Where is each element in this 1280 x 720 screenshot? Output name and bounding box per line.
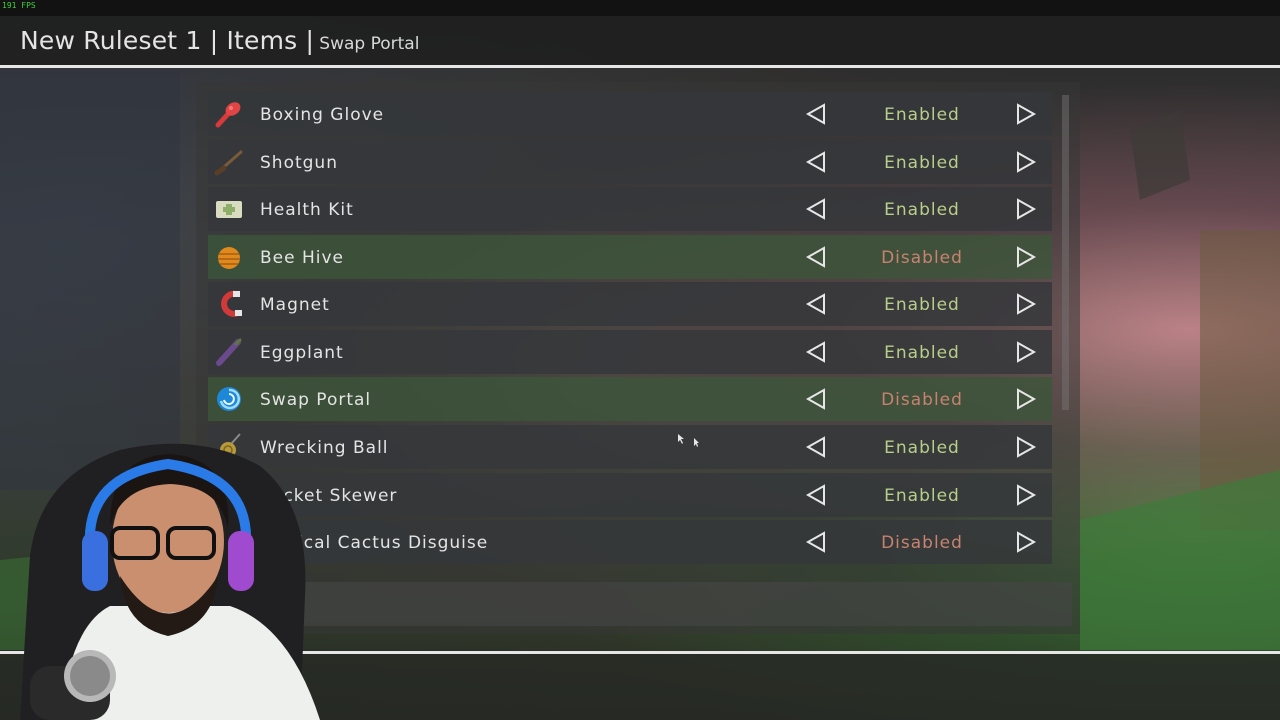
previous-arrow-icon[interactable] xyxy=(805,388,827,410)
next-arrow-icon[interactable] xyxy=(1015,436,1037,458)
shotgun-icon xyxy=(214,150,243,176)
item-row-bee-hive[interactable]: Bee Hive Disabled xyxy=(208,235,1052,279)
game-scene: 191 FPS New Ruleset 1 | Items | Swap Por… xyxy=(0,0,1280,720)
previous-arrow-icon[interactable] xyxy=(805,293,827,315)
next-arrow-icon[interactable] xyxy=(1015,531,1037,553)
previous-arrow-icon[interactable] xyxy=(805,151,827,173)
item-status: Enabled xyxy=(884,343,960,363)
breadcrumb-current-item: Swap Portal xyxy=(319,34,420,54)
item-row-health-kit[interactable]: Health Kit Enabled xyxy=(208,187,1052,231)
item-status: Disabled xyxy=(881,248,963,268)
item-name: Shotgun xyxy=(260,153,338,173)
top-bar: 191 FPS xyxy=(0,0,1280,16)
item-name: Magnet xyxy=(260,295,330,315)
item-row-magnet[interactable]: Magnet Enabled xyxy=(208,282,1052,326)
item-name: Eggplant xyxy=(260,343,344,363)
webcam-overlay xyxy=(20,443,320,720)
previous-arrow-icon[interactable] xyxy=(805,484,827,506)
swap-portal-icon xyxy=(217,387,241,411)
health-kit-icon xyxy=(216,201,242,218)
item-status: Enabled xyxy=(884,438,960,458)
item-row-swap-portal[interactable]: Swap Portal Disabled xyxy=(208,377,1052,421)
breadcrumb-ruleset: New Ruleset 1 | Items | xyxy=(20,26,315,55)
title-divider xyxy=(0,65,1280,68)
item-name: Health Kit xyxy=(260,200,354,220)
previous-arrow-icon[interactable] xyxy=(805,198,827,220)
next-arrow-icon[interactable] xyxy=(1015,151,1037,173)
bee-hive-icon xyxy=(218,247,240,269)
previous-arrow-icon[interactable] xyxy=(805,436,827,458)
item-name: Bee Hive xyxy=(260,248,345,268)
eggplant-icon xyxy=(216,338,242,366)
magnet-icon xyxy=(221,290,242,317)
mouse-cursor-icon xyxy=(678,434,699,447)
boxing-glove-icon xyxy=(215,102,241,128)
item-status: Disabled xyxy=(881,533,963,553)
item-row-boxing-glove[interactable]: Boxing Glove Enabled xyxy=(208,92,1052,136)
next-arrow-icon[interactable] xyxy=(1015,388,1037,410)
next-arrow-icon[interactable] xyxy=(1015,246,1037,268)
item-row-shotgun[interactable]: Shotgun Enabled xyxy=(208,140,1052,184)
list-scrollbar[interactable] xyxy=(1062,95,1069,410)
next-arrow-icon[interactable] xyxy=(1015,484,1037,506)
item-status: Disabled xyxy=(881,390,963,410)
item-status: Enabled xyxy=(884,105,960,125)
previous-arrow-icon[interactable] xyxy=(805,531,827,553)
item-status: Enabled xyxy=(884,200,960,220)
item-status: Enabled xyxy=(884,295,960,315)
previous-arrow-icon[interactable] xyxy=(805,341,827,363)
fps-counter: 191 FPS xyxy=(2,1,36,10)
previous-arrow-icon[interactable] xyxy=(805,103,827,125)
next-arrow-icon[interactable] xyxy=(1015,293,1037,315)
item-row-eggplant[interactable]: Eggplant Enabled xyxy=(208,330,1052,374)
page-title: New Ruleset 1 | Items | Swap Portal xyxy=(20,26,419,55)
previous-arrow-icon[interactable] xyxy=(805,246,827,268)
item-status: Enabled xyxy=(884,153,960,173)
next-arrow-icon[interactable] xyxy=(1015,198,1037,220)
next-arrow-icon[interactable] xyxy=(1015,103,1037,125)
next-arrow-icon[interactable] xyxy=(1015,341,1037,363)
item-name: Boxing Glove xyxy=(260,105,385,125)
item-status: Enabled xyxy=(884,486,960,506)
item-name: Swap Portal xyxy=(260,390,372,410)
